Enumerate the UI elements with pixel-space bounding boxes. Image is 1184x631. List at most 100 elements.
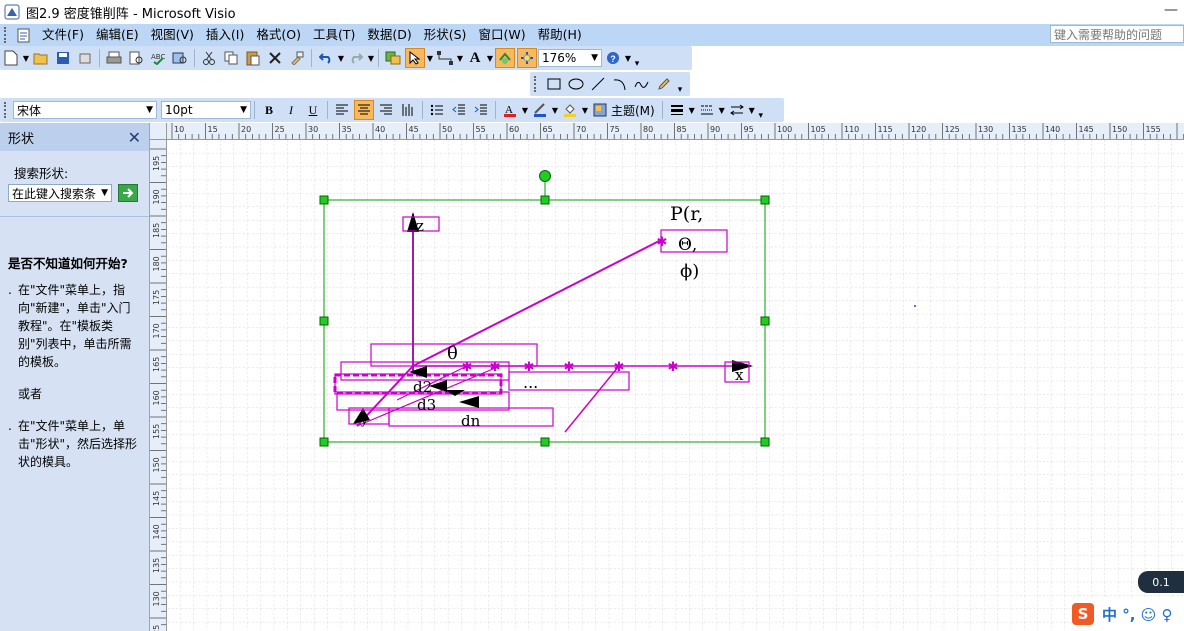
text-dropdown-icon[interactable]: ▼ — [486, 54, 494, 63]
format-painter-icon[interactable] — [287, 48, 307, 68]
chevron-down-icon[interactable]: ▼ — [591, 53, 598, 63]
line-weight-icon[interactable] — [667, 100, 687, 120]
connector-tool-icon[interactable] — [435, 48, 455, 68]
toolbar-options-icon[interactable]: ▾ — [675, 73, 685, 95]
font-color-icon[interactable]: A — [500, 100, 520, 120]
theme-icon[interactable] — [590, 100, 610, 120]
line-ends-icon[interactable] — [727, 100, 747, 120]
line-weight-dropdown-icon[interactable]: ▼ — [688, 106, 696, 115]
new-icon[interactable] — [1, 48, 21, 68]
menu-view[interactable]: 视图(V) — [145, 24, 200, 46]
save-icon[interactable] — [53, 48, 73, 68]
rectangle-tool-icon[interactable] — [544, 74, 564, 94]
bullets-icon[interactable] — [427, 100, 447, 120]
chevron-down-icon[interactable]: ▼ — [240, 105, 247, 115]
resize-handle[interactable] — [540, 195, 550, 205]
align-left-icon[interactable] — [332, 100, 352, 120]
research-icon[interactable] — [170, 48, 190, 68]
delete-icon[interactable] — [265, 48, 285, 68]
menu-insert[interactable]: 插入(I) — [200, 24, 250, 46]
vertical-ruler[interactable]: 195 190 185 180 175 170 165 160 155 150 145 140 135 1… — [150, 139, 167, 631]
drawing-page[interactable]: ✱ ✱ ✱ ✱ ✱ ✱ ✱ z x P(r, Θ, ϕ) θ d2 d3 dn … — [167, 140, 1184, 631]
increase-indent-icon[interactable] — [471, 100, 491, 120]
font-name-combo[interactable]: 宋体 ▼ — [13, 101, 157, 119]
text-tool-icon[interactable]: A — [465, 48, 485, 68]
ime-toolbar[interactable]: S 中 °, ☺ ♀ — [1072, 597, 1184, 631]
paste-icon[interactable] — [243, 48, 263, 68]
chevron-down-icon[interactable]: ▼ — [101, 188, 108, 198]
search-shapes-input[interactable]: 在此键入搜索条 ▼ — [8, 184, 112, 202]
zoom-hint-badge[interactable]: 0.1 — [1138, 571, 1184, 593]
resize-handle[interactable] — [760, 316, 770, 326]
horizontal-ruler[interactable]: 10 15 20 25 30 35 40 45 50 55 60 65 70 75 80 85 90 95 100 1… — [150, 123, 1184, 140]
line-tool-icon[interactable] — [588, 74, 608, 94]
menu-shape[interactable]: 形状(S) — [418, 24, 473, 46]
sogou-logo-icon[interactable]: S — [1072, 603, 1094, 625]
connection-point-tool-icon[interactable] — [495, 48, 515, 68]
align-center-icon[interactable] — [354, 100, 374, 120]
visio-app-icon[interactable] — [4, 4, 20, 20]
font-color-dropdown-icon[interactable]: ▼ — [521, 106, 529, 115]
italic-button[interactable]: I — [281, 100, 301, 120]
line-pattern-dropdown-icon[interactable]: ▼ — [718, 106, 726, 115]
resize-handle[interactable] — [319, 195, 329, 205]
arc-tool-icon[interactable] — [610, 74, 630, 94]
connector-dropdown-icon[interactable]: ▼ — [456, 54, 464, 63]
ellipse-tool-icon[interactable] — [566, 74, 586, 94]
help-icon[interactable]: ? — [603, 48, 623, 68]
undo-dropdown-icon[interactable]: ▼ — [337, 54, 345, 63]
undo-icon[interactable] — [316, 48, 336, 68]
resize-handle[interactable] — [319, 316, 329, 326]
ruler-corner[interactable] — [150, 123, 167, 140]
vertical-align-icon[interactable] — [398, 100, 418, 120]
toolbar-grip[interactable] — [534, 76, 540, 92]
decrease-indent-icon[interactable] — [449, 100, 469, 120]
pointer-dropdown-icon[interactable]: ▼ — [426, 54, 434, 63]
ime-status-text[interactable]: 中 °, ☺ ♀ — [1102, 604, 1173, 625]
resize-handle[interactable] — [319, 437, 329, 447]
pointer-tool-icon[interactable] — [405, 48, 425, 68]
redo-dropdown-icon[interactable]: ▼ — [367, 54, 375, 63]
menu-data[interactable]: 数据(D) — [361, 24, 417, 46]
fill-color-icon[interactable] — [560, 100, 580, 120]
toolbar-options-icon[interactable]: ▾ — [632, 47, 642, 69]
close-icon[interactable]: ✕ — [128, 128, 141, 147]
new-dropdown-icon[interactable]: ▼ — [22, 54, 30, 63]
copy-icon[interactable] — [221, 48, 241, 68]
toolbar-grip[interactable] — [4, 102, 10, 118]
theme-button[interactable]: 主题(M) — [611, 102, 655, 119]
line-color-dropdown-icon[interactable]: ▼ — [551, 106, 559, 115]
align-right-icon[interactable] — [376, 100, 396, 120]
menu-help[interactable]: 帮助(H) — [532, 24, 588, 46]
redo-icon[interactable] — [346, 48, 366, 68]
line-pattern-icon[interactable] — [697, 100, 717, 120]
menu-file[interactable]: 文件(F) — [36, 24, 90, 46]
permission-icon[interactable] — [75, 48, 95, 68]
bold-button[interactable]: B — [259, 100, 279, 120]
underline-button[interactable]: U — [303, 100, 323, 120]
line-color-icon[interactable] — [530, 100, 550, 120]
freeform-tool-icon[interactable] — [632, 74, 652, 94]
menu-window[interactable]: 窗口(W) — [472, 24, 531, 46]
shapes-window-icon[interactable] — [383, 48, 403, 68]
zoom-combo[interactable]: 176% ▼ — [538, 49, 602, 67]
open-icon[interactable] — [31, 48, 51, 68]
menu-format[interactable]: 格式(O) — [250, 24, 307, 46]
document-icon[interactable] — [16, 27, 32, 43]
pencil-tool-icon[interactable] — [654, 74, 674, 94]
cut-icon[interactable] — [199, 48, 219, 68]
help-search-input[interactable]: 键入需要帮助的问题 — [1050, 25, 1184, 43]
spelling-icon[interactable]: ABC — [148, 48, 168, 68]
rotation-handle[interactable] — [539, 170, 551, 182]
minimize-button[interactable]: — — [1164, 2, 1178, 18]
resize-handle[interactable] — [540, 437, 550, 447]
drawing-canvas-svg[interactable]: ✱ ✱ ✱ ✱ ✱ ✱ ✱ z x P(r, Θ, ϕ) θ d2 d3 dn … — [167, 140, 1184, 631]
resize-handle[interactable] — [760, 195, 770, 205]
help-dropdown-icon[interactable]: ▼ — [624, 54, 632, 63]
font-size-combo[interactable]: 10pt ▼ — [161, 101, 251, 119]
print-preview-icon[interactable] — [126, 48, 146, 68]
menu-grip[interactable] — [4, 27, 12, 43]
toolbar-options-icon[interactable]: ▾ — [756, 99, 766, 121]
chevron-down-icon[interactable]: ▼ — [146, 105, 153, 115]
menu-tools[interactable]: 工具(T) — [307, 24, 361, 46]
